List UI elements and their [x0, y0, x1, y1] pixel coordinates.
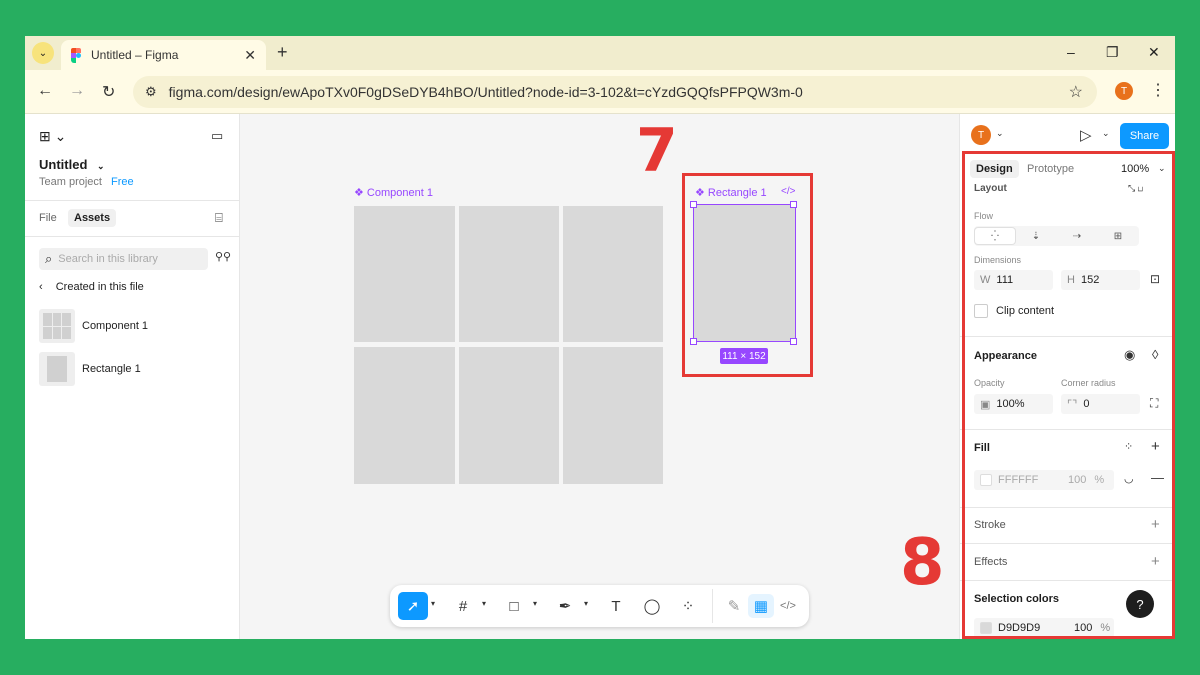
file-name[interactable]: Untitled ⌄: [39, 157, 105, 172]
annotation-box-7: [682, 173, 813, 377]
section-title: Created in this file: [55, 281, 144, 293]
pen-tool-icon[interactable]: ✒: [552, 594, 578, 618]
design-canvas[interactable]: ❖ Component 1 ❖ Rectangle 1 </> 111 × 15…: [240, 114, 959, 639]
annotation-box-8: [962, 151, 1175, 639]
draw-mode-icon[interactable]: ✎: [721, 594, 747, 618]
chevron-down-icon[interactable]: ⌄: [996, 128, 1004, 139]
browser-titlebar: ⌄ Untitled – Figma ✕ + – ❐ ✕: [25, 36, 1175, 70]
component-thumbnail[interactable]: [39, 309, 75, 343]
file-name-label: Untitled: [39, 157, 88, 172]
design-mode-icon[interactable]: ▦: [748, 594, 774, 618]
filter-sliders-icon[interactable]: ⚲⚲: [215, 250, 231, 263]
site-info-icon[interactable]: ⚙: [145, 84, 157, 100]
bottom-toolbar: ➚ ▾ # ▾ □ ▾ ✒ ▾ T ◯ ⁘ ✎ ▦ </>: [390, 585, 809, 627]
search-placeholder: Search in this library: [58, 253, 158, 265]
figma-logo-icon: [71, 48, 81, 63]
left-sidebar: ⊞ ⌄ ▭ Untitled ⌄ Team project Free File …: [25, 114, 240, 639]
grid-cell[interactable]: [459, 347, 559, 484]
section-back[interactable]: ‹ Created in this file: [39, 281, 144, 293]
new-tab-button[interactable]: +: [277, 42, 288, 63]
toggle-sidebar-icon[interactable]: ▭: [211, 128, 223, 144]
grid-cell[interactable]: [459, 206, 559, 342]
grid-cell[interactable]: [354, 206, 455, 342]
url-text: figma.com/design/ewApoTXv0F0gDSeDYB4hBO/…: [168, 84, 803, 100]
tab-title: Untitled – Figma: [91, 48, 179, 62]
rectangle-thumbnail[interactable]: [39, 352, 75, 386]
browser-toolbar: ← → ↻ ⚙ figma.com/design/ewApoTXv0F0gDSe…: [25, 70, 1175, 114]
grid-cell[interactable]: [563, 347, 663, 484]
chevron-down-icon[interactable]: ▾: [533, 599, 537, 608]
chevron-down-icon[interactable]: ▾: [482, 599, 486, 608]
address-bar[interactable]: ⚙ figma.com/design/ewApoTXv0F0gDSeDYB4hB…: [133, 76, 1097, 108]
search-icon: ⌕: [45, 251, 53, 266]
text-tool-icon[interactable]: T: [603, 594, 629, 618]
browser-tab[interactable]: Untitled – Figma ✕: [61, 40, 266, 70]
right-sidebar: T ⌄ ▷ ⌄ Share Design Prototype 100% ⌄ La…: [959, 114, 1175, 639]
tab-search-button[interactable]: ⌄: [32, 42, 54, 64]
chevron-left-icon: ‹: [39, 281, 43, 293]
chevron-down-icon: ⌄: [97, 161, 105, 171]
close-window-button[interactable]: ✕: [1148, 44, 1160, 61]
avatar[interactable]: T: [971, 125, 991, 145]
tab-close-icon[interactable]: ✕: [244, 47, 256, 64]
plan-badge[interactable]: Free: [111, 176, 134, 188]
move-tool-icon[interactable]: ➚: [398, 592, 428, 620]
restore-button[interactable]: ❐: [1106, 44, 1119, 61]
reload-icon[interactable]: ↻: [102, 82, 115, 102]
browser-menu-icon[interactable]: ⋮: [1150, 80, 1166, 100]
share-button[interactable]: Share: [1120, 123, 1169, 149]
frame-tool-icon[interactable]: #: [450, 594, 476, 618]
main-menu-icon[interactable]: ⊞ ⌄: [39, 128, 66, 145]
team-name: Team project: [39, 176, 102, 188]
asset-rectangle-1[interactable]: Rectangle 1: [82, 363, 141, 375]
annotation-number-8: 8: [900, 526, 945, 600]
back-arrow-icon[interactable]: ←: [37, 82, 53, 100]
figma-app: ⊞ ⌄ ▭ Untitled ⌄ Team project Free File …: [25, 114, 1175, 639]
toolbar-divider: [712, 589, 713, 623]
comment-tool-icon[interactable]: ◯: [639, 594, 665, 618]
library-book-icon[interactable]: ⌸: [215, 210, 223, 226]
dev-mode-icon[interactable]: </>: [775, 594, 801, 618]
asset-component-1[interactable]: Component 1: [82, 320, 148, 332]
present-play-icon[interactable]: ▷: [1080, 126, 1092, 144]
chevron-down-icon[interactable]: ▾: [431, 599, 435, 608]
divider: [25, 200, 239, 201]
tab-file[interactable]: File: [39, 212, 57, 224]
browser-window: ⌄ Untitled – Figma ✕ + – ❐ ✕ ← → ↻ ⚙ fig…: [25, 36, 1175, 639]
grid-cell[interactable]: [563, 206, 663, 342]
profile-avatar[interactable]: T: [1115, 82, 1133, 100]
bookmark-star-icon[interactable]: ☆: [1069, 82, 1083, 102]
grid-cell[interactable]: [354, 347, 455, 484]
annotation-number-7: 7: [636, 116, 678, 186]
library-search-input[interactable]: ⌕ Search in this library: [39, 248, 208, 270]
rectangle-tool-icon[interactable]: □: [501, 594, 527, 618]
actions-icon[interactable]: ⁘: [675, 594, 701, 618]
chevron-down-icon[interactable]: ⌄: [1102, 128, 1110, 139]
forward-arrow-icon[interactable]: →: [69, 82, 85, 100]
team-label: Team project Free: [39, 176, 134, 188]
chevron-down-icon[interactable]: ▾: [584, 599, 588, 608]
component-frame-label[interactable]: ❖ Component 1: [354, 186, 433, 199]
divider: [25, 236, 239, 237]
tab-assets[interactable]: Assets: [68, 209, 117, 227]
minimize-button[interactable]: –: [1067, 44, 1075, 60]
